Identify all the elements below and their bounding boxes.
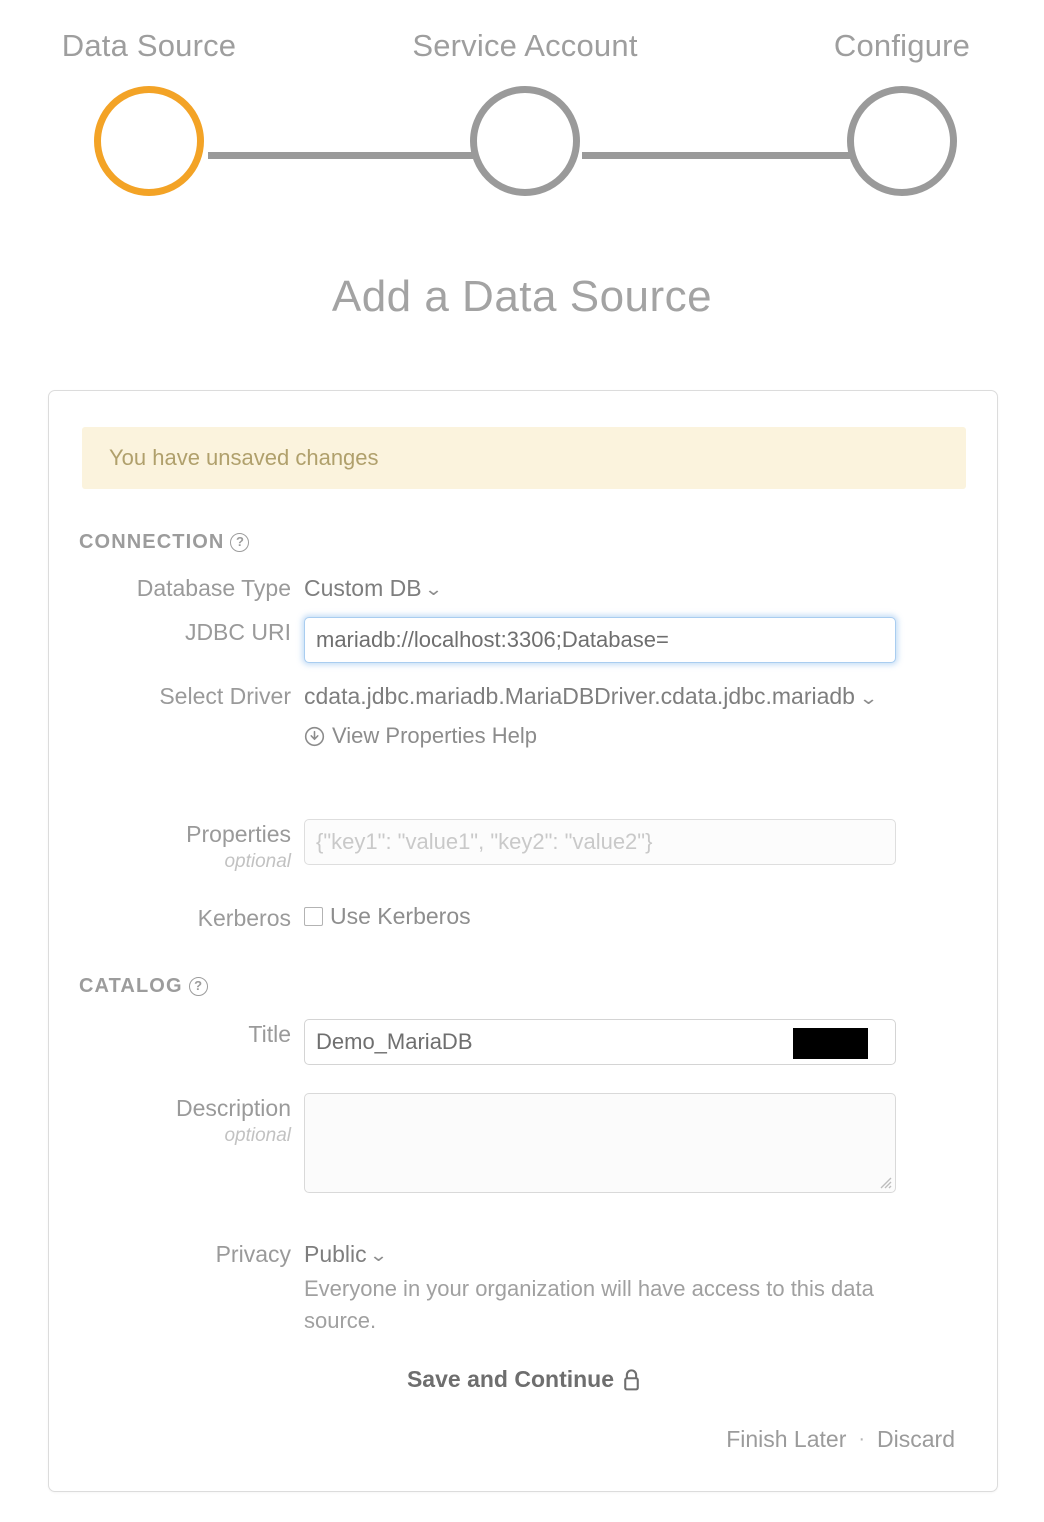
stepper-connector-2 <box>582 152 854 159</box>
catalog-section-header: CATALOG <box>79 975 208 998</box>
section-title: CATALOG <box>79 975 183 997</box>
use-kerberos-checkbox[interactable] <box>304 907 323 926</box>
privacy-select[interactable]: Public ⌄ <box>304 1241 388 1267</box>
privacy-value: Public <box>304 1241 367 1267</box>
stepper-connector-1 <box>208 152 478 159</box>
progress-stepper: Data Source Service Account Configure <box>0 0 1044 230</box>
privacy-label: Privacy <box>215 1241 291 1267</box>
properties-input[interactable] <box>304 819 896 865</box>
stepper-step-configure[interactable]: Configure <box>772 28 1032 196</box>
lock-icon <box>624 1368 639 1390</box>
stepper-step-label: Service Account <box>412 28 638 63</box>
select-driver-dropdown[interactable]: cdata.jdbc.mariadb.MariaDBDriver.cdata.j… <box>304 681 929 714</box>
question-circle-icon[interactable] <box>230 532 250 552</box>
catalog-description-label-text: Description <box>175 1095 291 1121</box>
save-and-continue-row: Save and Continue <box>49 1366 999 1393</box>
form-footer-links: Finish Later · Discard <box>726 1426 955 1453</box>
stepper-step-label: Configure <box>833 28 971 63</box>
section-title: CONNECTION <box>79 531 225 553</box>
database-type-value: Custom DB <box>304 575 422 601</box>
stepper-step-data-source[interactable]: Data Source <box>19 28 279 196</box>
footer-separator: · <box>858 1428 866 1450</box>
privacy-description: Everyone in your organization will have … <box>304 1276 874 1333</box>
stepper-circle-data-source <box>94 86 204 196</box>
row-jdbc-uri: JDBC URI <box>49 617 999 663</box>
jdbc-uri-label: JDBC URI <box>184 619 291 645</box>
chevron-down-icon: ⌄ <box>368 1245 388 1265</box>
catalog-description-textarea[interactable] <box>304 1093 896 1193</box>
view-properties-help-label: View Properties Help <box>332 723 538 748</box>
connection-section-header: CONNECTION <box>79 531 250 554</box>
database-type-select[interactable]: Custom DB ⌄ <box>304 575 443 601</box>
catalog-description-label: Description optional <box>49 1093 304 1193</box>
row-privacy: Privacy Public ⌄ Everyone in your organiz… <box>49 1239 999 1337</box>
jdbc-uri-redaction-box <box>793 1028 868 1059</box>
page-title: Add a Data Source <box>331 272 713 321</box>
row-kerberos: Kerberos Use Kerberos <box>49 903 999 933</box>
save-and-continue-button[interactable]: Save and Continue <box>407 1366 641 1393</box>
finish-later-link[interactable]: Finish Later <box>726 1426 846 1453</box>
select-driver-label: Select Driver <box>159 683 291 709</box>
jdbc-uri-input[interactable] <box>304 617 896 663</box>
use-kerberos-control[interactable]: Use Kerberos <box>304 903 999 930</box>
properties-optional-tag: optional <box>224 851 291 872</box>
row-database-type: Database Type Custom DB ⌄ <box>49 573 999 604</box>
stepper-step-label: Data Source <box>61 28 237 63</box>
stepper-step-service-account[interactable]: Service Account <box>395 28 655 196</box>
catalog-title-label: Title <box>248 1021 291 1047</box>
use-kerberos-label: Use Kerberos <box>330 903 471 929</box>
row-properties: Properties optional <box>49 819 999 875</box>
kerberos-label: Kerberos <box>197 905 291 931</box>
alert-message: You have unsaved changes <box>109 445 379 470</box>
stepper-circle-service-account <box>470 86 580 196</box>
chevron-down-icon: ⌄ <box>423 579 443 599</box>
properties-label: Properties optional <box>49 819 304 875</box>
view-properties-help-link[interactable]: View Properties Help <box>304 723 537 749</box>
database-type-label: Database Type <box>136 575 291 601</box>
select-driver-value: cdata.jdbc.mariadb.MariaDBDriver.cdata.j… <box>304 683 855 709</box>
catalog-description-optional-tag: optional <box>224 1125 291 1146</box>
row-select-driver: Select Driver cdata.jdbc.mariadb.MariaDB… <box>49 681 999 749</box>
row-description: Description optional <box>49 1093 999 1193</box>
discard-link[interactable]: Discard <box>877 1426 955 1453</box>
chevron-down-icon: ⌄ <box>859 688 879 708</box>
question-circle-icon[interactable] <box>188 976 208 996</box>
stepper-circle-configure <box>847 86 957 196</box>
properties-label-text: Properties <box>186 821 291 847</box>
unsaved-changes-alert: You have unsaved changes <box>82 427 966 489</box>
save-and-continue-label: Save and Continue <box>406 1366 615 1392</box>
download-circle-icon <box>304 726 325 746</box>
data-source-form-card: You have unsaved changes CONNECTION Data… <box>48 390 998 1492</box>
